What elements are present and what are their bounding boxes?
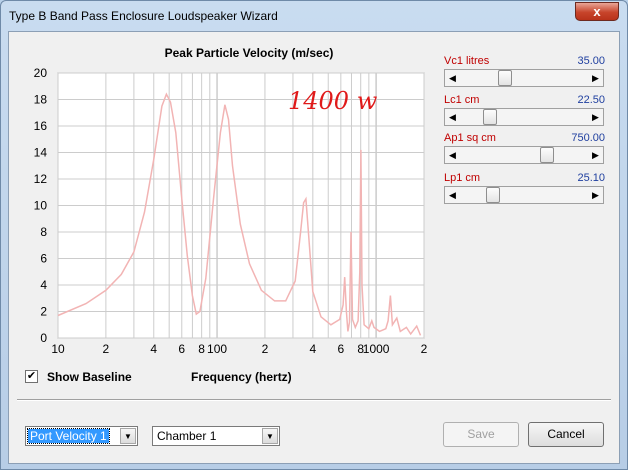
scroll-right-icon[interactable]: ▶ <box>588 70 603 86</box>
chevron-down-icon[interactable]: ▼ <box>262 428 278 444</box>
y-tick-label: 14 <box>34 146 48 160</box>
y-tick-label: 2 <box>40 305 47 319</box>
control-slider-1[interactable]: ◀ ▶ <box>444 108 604 126</box>
chamber-select[interactable]: Chamber 1 ▼ <box>152 426 280 446</box>
y-tick-label: 0 <box>40 331 47 345</box>
window-title: Type B Band Pass Enclosure Loudspeaker W… <box>9 9 278 23</box>
x-tick-label: 1000 <box>363 342 390 356</box>
close-icon: x <box>593 4 601 19</box>
x-tick-label: 6 <box>337 342 344 356</box>
close-button[interactable]: x <box>575 2 619 21</box>
y-tick-label: 12 <box>34 172 48 186</box>
x-axis-label: Frequency (hertz) <box>191 370 292 384</box>
control-slider-3[interactable]: ◀ ▶ <box>444 186 604 204</box>
x-tick-label: 6 <box>178 342 185 356</box>
x-tick-label: 2 <box>262 342 269 356</box>
chamber-value: Chamber 1 <box>157 429 217 443</box>
show-baseline-checkbox[interactable]: ✔ <box>25 370 38 383</box>
separator <box>17 399 611 401</box>
x-tick-label: 8 <box>198 342 205 356</box>
slider-thumb[interactable] <box>482 109 497 125</box>
x-tick-label: 2 <box>421 342 428 356</box>
slider-thumb[interactable] <box>486 187 501 203</box>
control-slider-0[interactable]: ◀ ▶ <box>444 69 604 87</box>
control-slider-2[interactable]: ◀ ▶ <box>444 146 604 164</box>
control-label-2: Ap1 sq cm <box>444 132 496 144</box>
checkmark-icon: ✔ <box>26 370 37 382</box>
y-tick-label: 6 <box>40 252 47 266</box>
title-bar[interactable]: Type B Band Pass Enclosure Loudspeaker W… <box>1 1 627 29</box>
show-baseline-label: Show Baseline <box>47 370 132 384</box>
scroll-left-icon[interactable]: ◀ <box>445 70 460 86</box>
control-value-3: 25.10 <box>577 172 605 184</box>
x-tick-label: 10 <box>51 342 65 356</box>
plot-type-value: Port Velocity 1 <box>27 428 110 444</box>
slider-thumb[interactable] <box>497 70 512 86</box>
scroll-left-icon[interactable]: ◀ <box>445 187 460 203</box>
control-value-2: 750.00 <box>571 132 605 144</box>
y-tick-label: 8 <box>40 225 47 239</box>
x-tick-label: 4 <box>150 342 157 356</box>
y-tick-label: 20 <box>34 66 48 80</box>
x-tick-labels: 10 2 4 6 8 100 2 4 6 81000 2 <box>51 342 427 356</box>
y-tick-labels: 0 2 4 6 8 10 12 14 16 18 20 <box>34 66 48 345</box>
dialog-window: Type B Band Pass Enclosure Loudspeaker W… <box>0 0 628 470</box>
scroll-left-icon[interactable]: ◀ <box>445 147 460 163</box>
scroll-right-icon[interactable]: ▶ <box>588 109 603 125</box>
y-tick-label: 4 <box>40 278 47 292</box>
handwritten-annotation: 1400 w <box>288 87 378 115</box>
x-tick-label: 2 <box>103 342 110 356</box>
control-value-0: 35.00 <box>577 55 605 67</box>
velocity-chart: 02468101214161820 10 2 4 6 8 100 2 4 6 81000 2 140… <box>34 66 428 356</box>
y-tick-label: 10 <box>34 199 48 213</box>
save-button[interactable]: Save <box>443 422 519 447</box>
control-label-1: Lc1 cm <box>444 94 480 106</box>
y-tick-label: 18 <box>34 93 48 107</box>
dialog-client-area: Peak Particle Velocity (m/sec) 0 2 4 6 8 10 12… <box>8 31 620 464</box>
scroll-left-icon[interactable]: ◀ <box>445 109 460 125</box>
control-label-3: Lp1 cm <box>444 172 481 184</box>
chevron-down-icon[interactable]: ▼ <box>120 428 136 444</box>
x-tick-label: 4 <box>309 342 316 356</box>
scroll-right-icon[interactable]: ▶ <box>588 187 603 203</box>
x-tick-label: 100 <box>207 342 227 356</box>
y-tick-label: 16 <box>34 119 48 133</box>
control-value-1: 22.50 <box>577 94 605 106</box>
plot-type-select[interactable]: Port Velocity 1 ▼ <box>25 426 138 446</box>
cancel-button[interactable]: Cancel <box>528 422 604 447</box>
slider-thumb[interactable] <box>539 147 554 163</box>
scroll-right-icon[interactable]: ▶ <box>588 147 603 163</box>
control-label-0: Vc1 litres <box>444 55 490 67</box>
